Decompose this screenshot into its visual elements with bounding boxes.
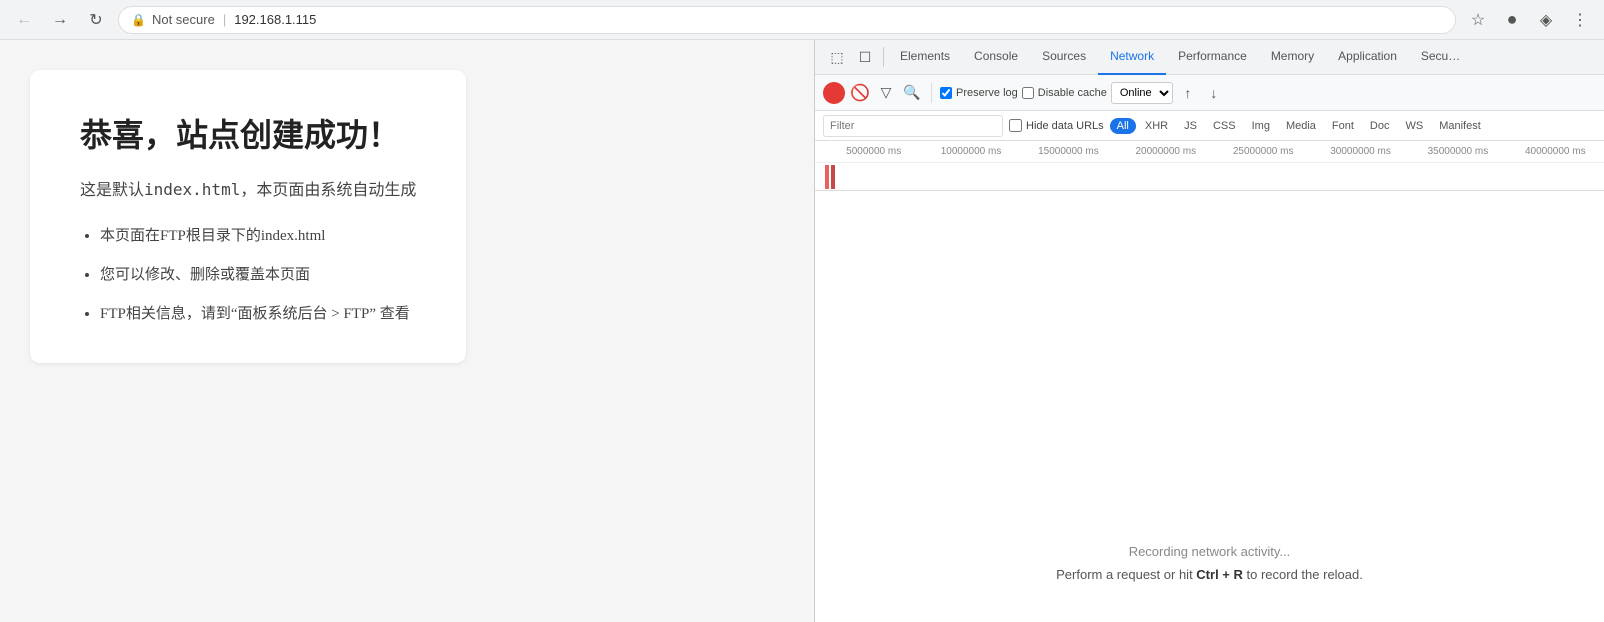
- topbar-separator: [883, 47, 884, 67]
- filter-tag-css[interactable]: CSS: [1206, 118, 1243, 134]
- filter-tag-js[interactable]: JS: [1177, 118, 1204, 134]
- record-button[interactable]: [823, 82, 845, 104]
- url-text: 192.168.1.115: [234, 12, 316, 27]
- filter-bar: Hide data URLs All XHR JS CSS: [815, 111, 1604, 141]
- browser-window: ← → ↻ 🔒 Not secure | 192.168.1.115 ☆ ● ◈…: [0, 0, 1604, 622]
- content-card: 恭喜，站点创建成功！ 这是默认index.html，本页面由系统自动生成 本页面…: [30, 70, 466, 363]
- timeline-label-7: 35000000 ms: [1409, 146, 1506, 157]
- timeline-label-2: 10000000 ms: [922, 146, 1019, 157]
- tab-performance[interactable]: Performance: [1166, 40, 1259, 75]
- url-separator: |: [223, 12, 226, 27]
- filter-tag-manifest[interactable]: Manifest: [1432, 118, 1488, 134]
- tab-console[interactable]: Console: [962, 40, 1030, 75]
- main-area: 恭喜，站点创建成功！ 这是默认index.html，本页面由系统自动生成 本页面…: [0, 40, 1604, 622]
- import-button[interactable]: ↑: [1177, 82, 1199, 104]
- tab-memory[interactable]: Memory: [1259, 40, 1326, 75]
- chrome-menu-button[interactable]: ⋮: [1566, 6, 1594, 34]
- inspect-element-button[interactable]: ⬚: [823, 43, 851, 71]
- back-button[interactable]: ←: [10, 6, 38, 34]
- stop-button[interactable]: 🚫: [849, 82, 871, 104]
- timeline-label-4: 20000000 ms: [1117, 146, 1214, 157]
- timeline-label-8: 40000000 ms: [1507, 146, 1604, 157]
- export-button[interactable]: ↓: [1203, 82, 1225, 104]
- hide-data-urls-checkbox[interactable]: [1009, 119, 1022, 132]
- filter-input[interactable]: [823, 115, 1003, 137]
- filter-tag-ws[interactable]: WS: [1398, 118, 1430, 134]
- browser-titlebar: ← → ↻ 🔒 Not secure | 192.168.1.115 ☆ ● ◈…: [0, 0, 1604, 40]
- filter-tag-font[interactable]: Font: [1325, 118, 1361, 134]
- lock-icon: 🔒: [131, 13, 146, 27]
- page-content: 恭喜，站点创建成功！ 这是默认index.html，本页面由系统自动生成 本页面…: [0, 40, 814, 622]
- timeline-marker-2: [831, 165, 835, 189]
- timeline-marker: [825, 165, 829, 189]
- page-subtitle: 这是默认index.html，本页面由系统自动生成: [80, 176, 416, 200]
- content-list: 本页面在FTP根目录下的index.html 您可以修改、删除或覆盖本页面 FT…: [80, 224, 416, 323]
- filter-tag-xhr[interactable]: XHR: [1138, 118, 1175, 134]
- timeline-label-3: 15000000 ms: [1020, 146, 1117, 157]
- devtools-panel: ⬚ ☐ Elements Console Sources Network: [814, 40, 1604, 622]
- device-toggle-button[interactable]: ☐: [851, 43, 879, 71]
- toolbar-separator-1: [931, 83, 932, 103]
- filter-tag-doc[interactable]: Doc: [1363, 118, 1397, 134]
- list-item: 本页面在FTP根目录下的index.html: [100, 224, 416, 245]
- filter-tag-all[interactable]: All: [1110, 118, 1136, 134]
- filter-button[interactable]: ▽: [875, 82, 897, 104]
- network-empty-state: Recording network activity... Perform a …: [815, 191, 1604, 622]
- timeline-labels: 5000000 ms 10000000 ms 15000000 ms 20000…: [815, 141, 1604, 163]
- preserve-log-label[interactable]: Preserve log: [940, 87, 1018, 99]
- tab-security[interactable]: Secu…: [1409, 40, 1472, 75]
- browser-actions: ☆ ● ◈ ⋮: [1464, 6, 1594, 34]
- address-bar[interactable]: 🔒 Not secure | 192.168.1.115: [118, 6, 1456, 34]
- profile-button[interactable]: ●: [1498, 6, 1526, 34]
- not-secure-label: Not secure: [152, 12, 215, 27]
- page-title: 恭喜，站点创建成功！: [80, 110, 416, 156]
- search-button[interactable]: 🔍: [901, 82, 923, 104]
- filter-tag-img[interactable]: Img: [1245, 118, 1277, 134]
- list-item: FTP相关信息，请到“面板系统后台 > FTP” 查看: [100, 302, 416, 323]
- devtools-topbar: ⬚ ☐ Elements Console Sources Network: [815, 40, 1604, 75]
- timeline-label-5: 25000000 ms: [1215, 146, 1312, 157]
- forward-button[interactable]: →: [46, 6, 74, 34]
- devtools-tabs: Elements Console Sources Network Perform…: [888, 40, 1596, 75]
- devtools-toolbar: 🚫 ▽ 🔍 Preserve log Disable cache Online …: [815, 75, 1604, 111]
- tab-elements[interactable]: Elements: [888, 40, 962, 75]
- list-item: 您可以修改、删除或覆盖本页面: [100, 263, 416, 284]
- network-throttle-select[interactable]: Online: [1111, 82, 1173, 104]
- disable-cache-checkbox[interactable]: [1022, 87, 1034, 99]
- timeline-bar-area: [815, 163, 1604, 191]
- tab-application[interactable]: Application: [1326, 40, 1409, 75]
- recording-status: Recording network activity...: [1129, 544, 1291, 559]
- timeline-label-6: 30000000 ms: [1312, 146, 1409, 157]
- empty-state-hint: Perform a request or hit Ctrl + R to rec…: [1056, 567, 1363, 582]
- hide-data-urls-label[interactable]: Hide data URLs: [1009, 119, 1104, 132]
- filter-tag-media[interactable]: Media: [1279, 118, 1323, 134]
- timeline-label-1: 5000000 ms: [825, 146, 922, 157]
- preserve-log-checkbox[interactable]: [940, 87, 952, 99]
- extension-button[interactable]: ◈: [1532, 6, 1560, 34]
- filter-tags: All XHR JS CSS Img Media: [1110, 118, 1488, 134]
- tab-network[interactable]: Network: [1098, 40, 1166, 75]
- disable-cache-label[interactable]: Disable cache: [1022, 87, 1107, 99]
- reload-button[interactable]: ↻: [82, 6, 110, 34]
- star-button[interactable]: ☆: [1464, 6, 1492, 34]
- timeline-area: 5000000 ms 10000000 ms 15000000 ms 20000…: [815, 141, 1604, 191]
- tab-sources[interactable]: Sources: [1030, 40, 1098, 75]
